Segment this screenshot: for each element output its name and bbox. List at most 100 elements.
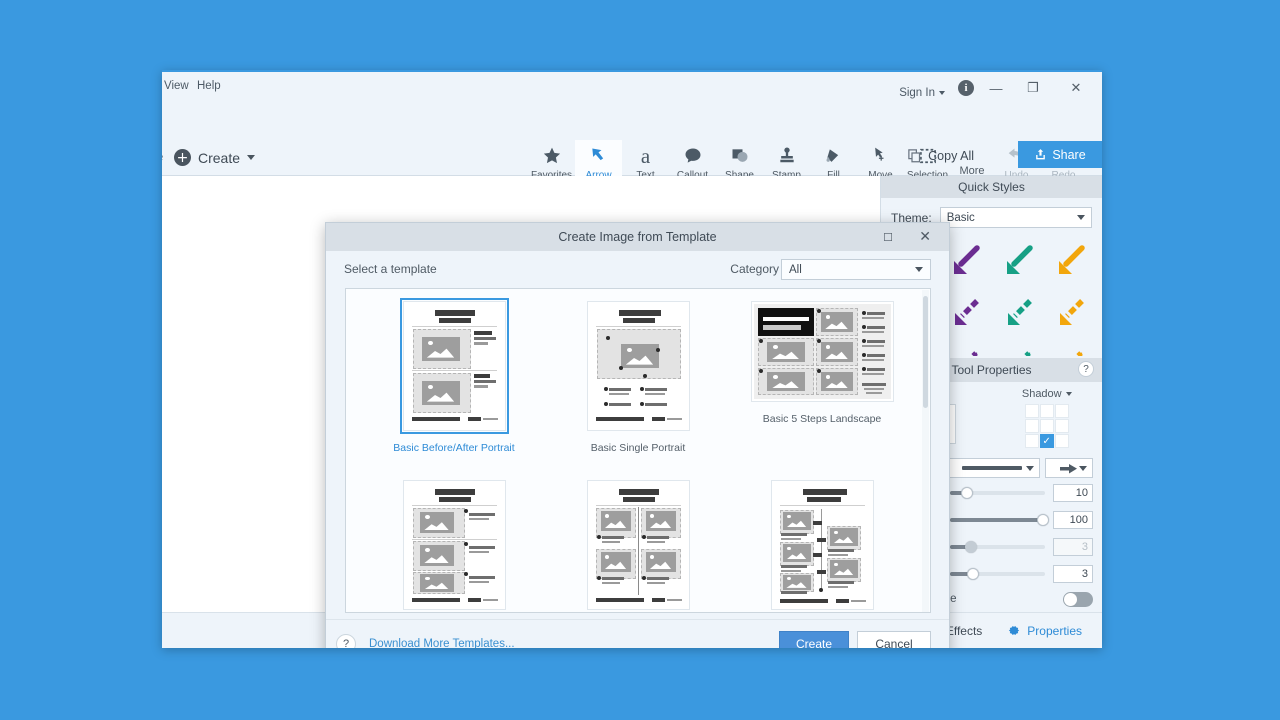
sign-in-button[interactable]: Sign In [899, 81, 945, 105]
close-button[interactable]: ✕ [1062, 76, 1090, 100]
template-item[interactable]: Basic Single Portrait [546, 301, 730, 454]
cancel-button-dialog[interactable]: Cancel [857, 631, 931, 648]
shadow-cell[interactable] [1054, 434, 1069, 448]
copy-all-label: Copy All [928, 148, 974, 163]
end-size-value[interactable]: 3 [1053, 565, 1093, 583]
shadow-cell[interactable] [1039, 404, 1054, 418]
slider-knob[interactable] [966, 568, 979, 580]
template-thumbnail[interactable] [402, 480, 506, 610]
theme-select[interactable]: Basic [939, 207, 1092, 228]
chevron-down-icon [247, 155, 256, 160]
category-value: All [789, 263, 802, 276]
stamp-icon [777, 143, 797, 169]
template-item[interactable] [362, 480, 546, 612]
info-icon[interactable]: i [958, 80, 974, 96]
arrow-style-icon [954, 244, 981, 274]
shadow-cell[interactable] [1024, 419, 1039, 433]
shadow-cell[interactable] [1039, 419, 1054, 433]
arrow-style-icon [1021, 350, 1031, 356]
create-button-dialog[interactable]: Create [779, 631, 849, 648]
properties-button[interactable]: Properties [994, 623, 1094, 638]
template-list[interactable]: Basic Before/After Portrait Basic Single… [345, 288, 931, 613]
create-prefix-text: e [162, 149, 163, 164]
width-value[interactable]: 10 [1053, 484, 1093, 502]
template-grid: Basic Before/After Portrait Basic Single… [346, 289, 930, 612]
theme-value: Basic [946, 211, 975, 224]
select-template-label: Select a template [344, 262, 437, 276]
line-style-dropdown[interactable] [943, 458, 1040, 478]
shadow-direction-grid[interactable]: ✓ [1024, 404, 1069, 448]
slider-knob[interactable] [1037, 514, 1050, 526]
help-icon[interactable]: ? [1078, 361, 1094, 377]
create-label: Create [198, 149, 241, 166]
opacity-value[interactable]: 100 [1053, 511, 1093, 529]
arrow-style-icon [1059, 298, 1084, 325]
dialog-sub-row: Select a template Category All [326, 251, 949, 287]
dialog-title: Create Image from Template [558, 230, 717, 244]
shadow-cell-selected[interactable]: ✓ [1039, 434, 1054, 448]
arrow-icon [589, 143, 609, 169]
shadow-cell[interactable] [1054, 419, 1069, 433]
template-item[interactable] [546, 480, 730, 612]
arrow-end-dropdown[interactable] [1045, 458, 1093, 478]
template-thumbnail[interactable] [586, 480, 690, 610]
style-swatch[interactable] [994, 238, 1042, 285]
properties-label: Properties [1027, 623, 1082, 638]
callout-icon [683, 143, 703, 169]
width-slider[interactable] [950, 487, 1045, 499]
style-swatch[interactable] [1046, 289, 1094, 336]
share-button[interactable]: Share [1018, 141, 1102, 168]
template-thumbnail[interactable] [770, 480, 874, 610]
effects-label: Effects [945, 623, 983, 638]
scrollbar-thumb[interactable] [923, 296, 928, 408]
application-window: View Help Sign In i — ❐ ✕ e + Create [162, 70, 1102, 648]
template-thumbnail[interactable] [399, 298, 509, 434]
bezier-curve-toggle[interactable] [1063, 591, 1093, 607]
arrow-style-icon [969, 350, 979, 356]
shadow-cell[interactable] [1054, 404, 1069, 418]
menu-item-view[interactable]: View [164, 80, 189, 92]
shadow-cell[interactable] [1024, 434, 1039, 448]
minimize-button[interactable]: — [982, 76, 1010, 100]
template-item[interactable]: Basic 5 Steps Landscape [730, 301, 914, 454]
slider-knob[interactable] [961, 487, 974, 499]
opacity-slider[interactable] [950, 514, 1050, 526]
download-more-templates-link[interactable]: Download More Templates... [369, 638, 515, 649]
arrow-style-icon [1006, 244, 1033, 274]
style-swatch[interactable] [1046, 340, 1094, 356]
template-scrollbar[interactable] [922, 290, 929, 612]
start-size-value: 3 [1053, 538, 1093, 556]
maximize-button[interactable]: ❐ [1019, 76, 1047, 100]
menu-bar: View Help Sign In i — ❐ ✕ [162, 72, 1102, 104]
style-swatch[interactable] [994, 289, 1042, 336]
dialog-maximize-button[interactable]: ☐ [881, 230, 895, 244]
menu-item-help[interactable]: Help [197, 80, 221, 92]
end-size-slider[interactable] [950, 568, 1045, 580]
gear-icon [1009, 626, 1020, 635]
copy-all-button[interactable]: Copy All [907, 148, 974, 163]
slider-knob[interactable] [964, 541, 977, 553]
help-icon[interactable]: ? [336, 633, 356, 648]
share-icon [1036, 149, 1046, 160]
shadow-label-wrap: Shadow [1022, 388, 1072, 400]
template-item[interactable]: Basic Before/After Portrait [362, 298, 546, 454]
chevron-down-icon [1079, 465, 1087, 471]
chevron-down-icon [1065, 392, 1072, 396]
chevron-down-icon [939, 91, 945, 95]
main-toolbar: e + Create Favorites Arrow [162, 104, 1102, 188]
start-size-slider[interactable] [950, 541, 1045, 553]
dialog-close-button[interactable]: ✕ [919, 228, 931, 245]
create-button[interactable]: + Create [174, 149, 256, 166]
shape-icon [730, 143, 750, 169]
category-select[interactable]: All [781, 259, 931, 280]
template-item[interactable] [730, 480, 914, 612]
shadow-label: Shadow [1021, 388, 1062, 400]
template-thumbnail[interactable] [750, 301, 894, 402]
style-swatch[interactable] [994, 340, 1042, 356]
line-style-icon [961, 466, 1022, 470]
star-icon [542, 143, 562, 169]
shadow-cell[interactable] [1024, 404, 1039, 418]
template-thumbnail[interactable] [586, 301, 690, 431]
desktop-background: View Help Sign In i — ❐ ✕ e + Create [0, 0, 1280, 720]
style-swatch[interactable] [1046, 238, 1094, 285]
